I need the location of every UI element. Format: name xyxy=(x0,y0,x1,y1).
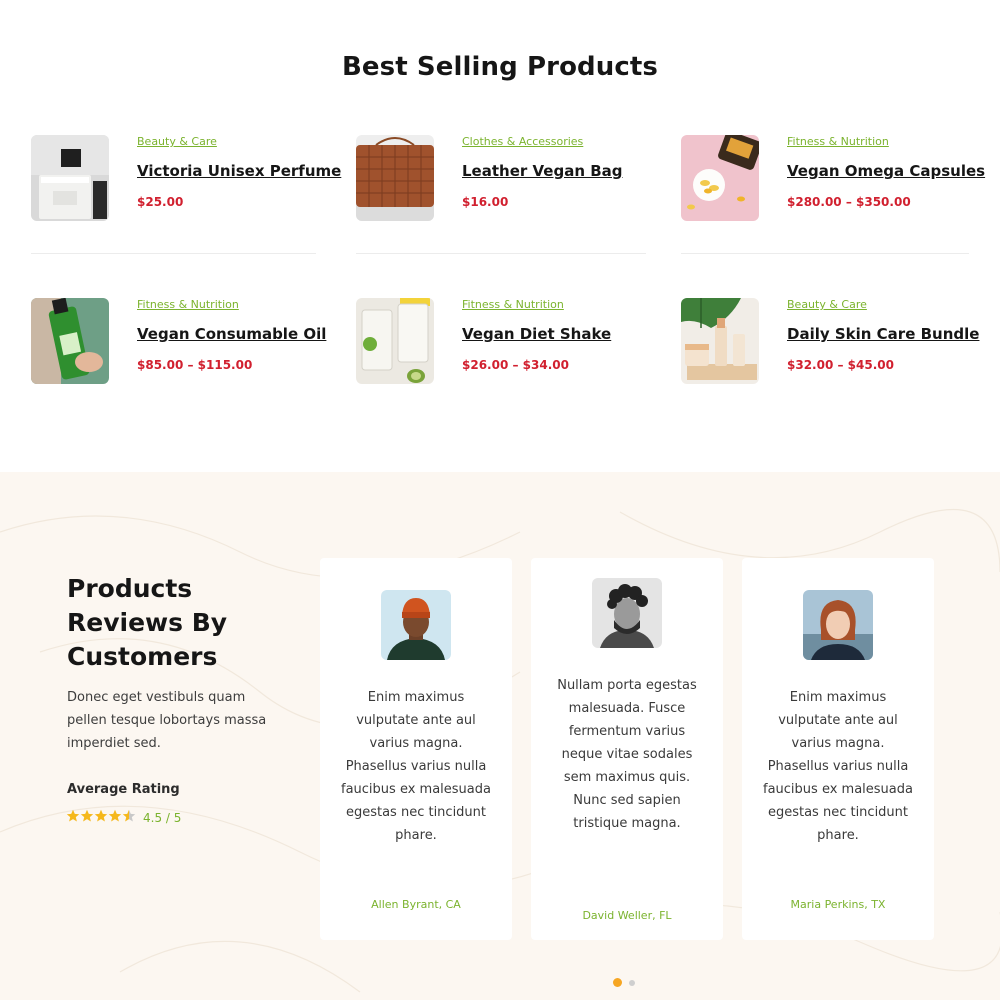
product-name-link[interactable]: Vegan Consumable Oil xyxy=(137,325,326,343)
section-title: Best Selling Products xyxy=(342,52,658,82)
divider xyxy=(31,253,316,254)
star-icon xyxy=(108,809,122,822)
product-image-capsules[interactable] xyxy=(681,135,759,221)
product-image-shake[interactable] xyxy=(356,298,434,384)
avatar xyxy=(592,578,662,648)
carousel-dot-active[interactable] xyxy=(613,978,622,987)
product-category-link[interactable]: Clothes & Accessories xyxy=(462,135,583,148)
product-price: $280.00 – $350.00 xyxy=(787,195,911,209)
star-icon xyxy=(80,809,94,822)
product-card: Fitness & Nutrition Vegan Omega Capsules… xyxy=(681,135,985,225)
product-category-link[interactable]: Beauty & Care xyxy=(137,135,217,148)
customer-reviews-section: Products Reviews By Customers Donec eget… xyxy=(0,472,1000,1000)
testimonial-quote: Enim maximus vulputate ante aul varius m… xyxy=(763,690,913,843)
product-card: Fitness & Nutrition Vegan Diet Shake $26… xyxy=(356,298,656,388)
star-icon xyxy=(66,809,80,822)
product-card: Beauty & Care Daily Skin Care Bundle $32… xyxy=(681,298,981,388)
product-price: $16.00 xyxy=(462,195,509,209)
product-card: Beauty & Care Victoria Unisex Perfume $2… xyxy=(31,135,341,225)
product-category-link[interactable]: Fitness & Nutrition xyxy=(787,135,889,148)
reviews-heading-line: Products xyxy=(67,574,193,603)
product-category-link[interactable]: Beauty & Care xyxy=(787,298,867,311)
star-rating xyxy=(66,809,138,823)
product-image-bag[interactable] xyxy=(356,135,434,221)
rating-value: 4.5 / 5 xyxy=(143,811,182,825)
testimonial-card: Enim maximus vulputate ante aul varius m… xyxy=(742,558,934,940)
product-name-link[interactable]: Vegan Diet Shake xyxy=(462,325,611,343)
reviews-heading-line: Customers xyxy=(67,642,218,671)
product-price: $25.00 xyxy=(137,195,184,209)
testimonial-quote: Enim maximus vulputate ante aul varius m… xyxy=(341,690,491,843)
testimonial-card: Nullam porta egestas malesuada. Fusce fe… xyxy=(531,558,723,940)
product-image-oil[interactable] xyxy=(31,298,109,384)
star-icons xyxy=(66,809,136,822)
best-selling-section: Best Selling Products Beauty & Care Vict… xyxy=(0,0,1000,472)
testimonial-author: David Weller, FL xyxy=(582,909,672,922)
product-card: Fitness & Nutrition Vegan Consumable Oil… xyxy=(31,298,331,388)
reviews-heading-line: Reviews By xyxy=(67,608,228,637)
carousel-dot[interactable] xyxy=(629,979,635,986)
star-icon xyxy=(94,809,108,822)
product-price: $32.00 – $45.00 xyxy=(787,358,894,372)
product-name-link[interactable]: Vegan Omega Capsules xyxy=(787,162,985,180)
product-image-skincare[interactable] xyxy=(681,298,759,384)
product-card: Clothes & Accessories Leather Vegan Bag … xyxy=(356,135,656,225)
product-name-link[interactable]: Victoria Unisex Perfume xyxy=(137,162,341,180)
reviews-heading: Products Reviews By Customers xyxy=(67,572,297,674)
divider xyxy=(356,253,646,254)
product-category-link[interactable]: Fitness & Nutrition xyxy=(137,298,239,311)
avatar xyxy=(381,590,451,660)
product-image-perfume[interactable] xyxy=(31,135,109,221)
star-half-icon xyxy=(122,809,136,822)
testimonial-author: Allen Byrant, CA xyxy=(371,898,461,911)
reviews-description: Donec eget vestibuls quam pellen tesque … xyxy=(67,690,267,751)
product-price: $26.00 – $34.00 xyxy=(462,358,569,372)
testimonial-quote: Nullam porta egestas malesuada. Fusce fe… xyxy=(557,678,697,831)
avatar xyxy=(803,590,873,660)
testimonial-author: Maria Perkins, TX xyxy=(790,898,886,911)
product-name-link[interactable]: Daily Skin Care Bundle xyxy=(787,325,979,343)
product-name-link[interactable]: Leather Vegan Bag xyxy=(462,162,623,180)
testimonial-card: Enim maximus vulputate ante aul varius m… xyxy=(320,558,512,940)
divider xyxy=(681,253,969,254)
product-price: $85.00 – $115.00 xyxy=(137,358,253,372)
average-rating-label: Average Rating xyxy=(67,782,180,797)
product-category-link[interactable]: Fitness & Nutrition xyxy=(462,298,564,311)
carousel-pagination xyxy=(613,978,635,987)
